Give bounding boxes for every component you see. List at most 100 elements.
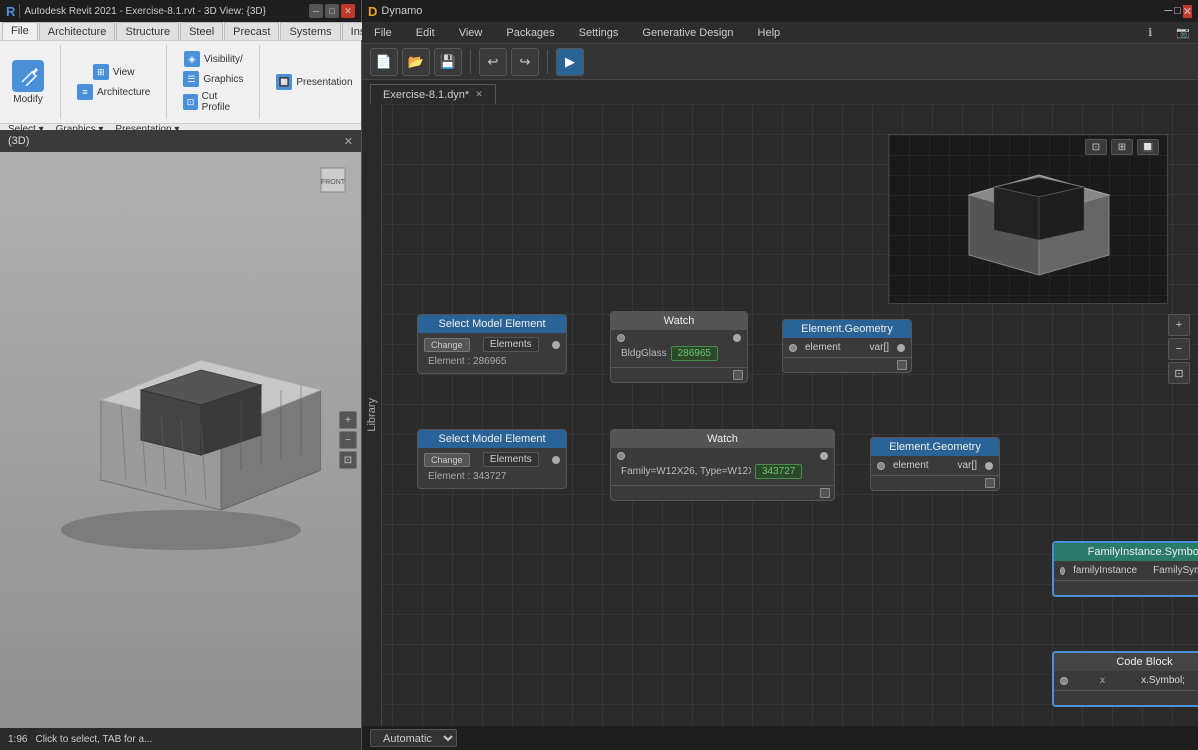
- menu-packages[interactable]: Packages: [502, 25, 558, 41]
- templates-sub-button[interactable]: ≡ Architecture: [73, 83, 154, 101]
- dynamo-canvas[interactable]: Library: [362, 104, 1198, 726]
- revit-maximize-button[interactable]: □: [325, 4, 339, 18]
- preview-btn-3[interactable]: 🔲: [1137, 139, 1159, 155]
- cut-profile-button[interactable]: ⊡ Cut Profile: [179, 90, 247, 114]
- tab-architecture[interactable]: Architecture: [39, 22, 116, 40]
- screenshot-icon[interactable]: 📷: [1176, 26, 1190, 39]
- tab-systems[interactable]: Systems: [280, 22, 340, 40]
- family-instance-body: familyInstance FamilySymbol: [1054, 561, 1198, 580]
- tab-exercise[interactable]: Exercise-8.1.dyn* ✕: [370, 84, 496, 104]
- element-id-1: Element : 286965: [424, 354, 560, 369]
- input-port-watch-2[interactable]: [617, 452, 625, 460]
- menu-generative[interactable]: Generative Design: [638, 25, 737, 41]
- input-port-geo-2[interactable]: [877, 462, 885, 470]
- dynamo-view-controls: + − ⊡: [1168, 314, 1190, 384]
- input-port-geo-1[interactable]: [789, 344, 797, 352]
- connectors-svg: [362, 104, 662, 254]
- viewport-close-button[interactable]: ✕: [344, 135, 353, 148]
- dyn-fit-button[interactable]: ⊡: [1168, 362, 1190, 384]
- svg-text:FRONT: FRONT: [321, 179, 346, 186]
- watch-2-checkbox[interactable]: [820, 488, 830, 498]
- zoom-in-button[interactable]: +: [339, 411, 357, 429]
- family-instance-symbol[interactable]: FamilyInstance.Symbol familyInstance Fam…: [1052, 541, 1198, 597]
- element-geo-1-checkbox[interactable]: [897, 360, 907, 370]
- change-button-1[interactable]: Change: [424, 338, 470, 352]
- dynamo-maximize-button[interactable]: □: [1174, 5, 1181, 18]
- menu-file[interactable]: File: [370, 25, 396, 41]
- watch-1-green-value: 286965: [671, 346, 718, 361]
- graphics-button[interactable]: ◈ Visibility/: [180, 50, 247, 68]
- tab-structure[interactable]: Structure: [116, 22, 179, 40]
- dyn-zoom-out-button[interactable]: −: [1168, 338, 1190, 360]
- zoom-fit-button[interactable]: ⊡: [339, 451, 357, 469]
- dynamo-close-button[interactable]: ✕: [1183, 5, 1192, 18]
- graphics-sub-button[interactable]: ☰ Graphics: [179, 70, 247, 88]
- library-panel[interactable]: Library: [362, 104, 382, 726]
- select-node-2-body: Change Elements Element : 343727: [418, 448, 566, 488]
- tab-steel[interactable]: Steel: [180, 22, 223, 40]
- change-button-2[interactable]: Change: [424, 453, 470, 467]
- tab-file[interactable]: File: [2, 22, 38, 40]
- watch-node-2-body: Family=W12X26, Type=W12X26 343727: [611, 448, 834, 485]
- watch-node-1[interactable]: Watch BldgGlass 286965: [610, 311, 748, 383]
- presentation-button[interactable]: 🔲 Presentation: [272, 73, 356, 91]
- element-geometry-2[interactable]: Element.Geometry element var[]: [870, 437, 1000, 491]
- revit-logo-icon: R: [6, 4, 15, 19]
- dynamo-title: Dynamo: [381, 5, 422, 17]
- info-icon[interactable]: ℹ: [1148, 26, 1152, 39]
- family-instance-bottom: [1054, 580, 1198, 595]
- modify-button[interactable]: Modify: [8, 56, 48, 109]
- output-port-watch-2[interactable]: [820, 452, 828, 460]
- revit-close-button[interactable]: ✕: [341, 4, 355, 18]
- dynamo-minimize-button[interactable]: ─: [1164, 5, 1172, 18]
- dynamo-tabs: Exercise-8.1.dyn* ✕: [362, 80, 1198, 104]
- view-templates-button[interactable]: ⊞ View: [89, 63, 139, 81]
- watch-node-1-header: Watch: [611, 312, 747, 330]
- toolbar-separator-2: [547, 50, 548, 74]
- code-block[interactable]: Code Block x x.Symbol;: [1052, 651, 1198, 707]
- menu-settings[interactable]: Settings: [575, 25, 623, 41]
- output-port-select-1[interactable]: [552, 341, 560, 349]
- cut-profile-label: Cut Profile: [202, 91, 244, 113]
- dynamo-pane: D Dynamo ─ □ ✕ File Edit View Packages S…: [362, 0, 1198, 750]
- navigation-cube[interactable]: FRONT: [313, 160, 353, 200]
- input-port-code[interactable]: [1060, 677, 1068, 685]
- output-port-watch-1[interactable]: [733, 334, 741, 342]
- menu-help[interactable]: Help: [754, 25, 785, 41]
- run-button[interactable]: ▶: [556, 48, 584, 76]
- revit-titlebar: R Autodesk Revit 2021 - Exercise-8.1.rvt…: [0, 0, 361, 22]
- select-model-element-2[interactable]: Select Model Element Change Elements Ele…: [417, 429, 567, 489]
- select-model-element-1[interactable]: Select Model Element Change Elements Ele…: [417, 314, 567, 374]
- output-port-select-2[interactable]: [552, 456, 560, 464]
- preview-btn-2[interactable]: ⊞: [1111, 139, 1133, 155]
- new-file-button[interactable]: 📄: [370, 48, 398, 76]
- watch-1-checkbox[interactable]: [733, 370, 743, 380]
- output-port-geo-2[interactable]: [985, 462, 993, 470]
- code-block-bottom: [1054, 690, 1198, 705]
- redo-button[interactable]: ↪: [511, 48, 539, 76]
- element-geo-2-checkbox[interactable]: [985, 478, 995, 488]
- zoom-out-button[interactable]: −: [339, 431, 357, 449]
- output-port-geo-1[interactable]: [897, 344, 905, 352]
- preview-btn-1[interactable]: ⊡: [1085, 139, 1107, 155]
- dyn-zoom-in-button[interactable]: +: [1168, 314, 1190, 336]
- library-label: Library: [366, 398, 378, 432]
- select-node-1-header: Select Model Element: [418, 315, 566, 333]
- watch-node-2[interactable]: Watch Family=W12X26, Type=W12X26 343727: [610, 429, 835, 501]
- menu-view[interactable]: View: [455, 25, 487, 41]
- input-port-family[interactable]: [1060, 567, 1065, 575]
- save-button[interactable]: 💾: [434, 48, 462, 76]
- element-geometry-1[interactable]: Element.Geometry element var[]: [782, 319, 912, 373]
- revit-ribbon: File Architecture Structure Steel Precas…: [0, 22, 361, 130]
- tab-precast[interactable]: Precast: [224, 22, 279, 40]
- viewport-body[interactable]: FRONT: [0, 152, 361, 728]
- open-file-button[interactable]: 📂: [402, 48, 430, 76]
- menu-edit[interactable]: Edit: [412, 25, 439, 41]
- watch-node-2-bottom: [611, 485, 834, 500]
- run-mode-dropdown[interactable]: Automatic: [370, 729, 457, 747]
- revit-minimize-button[interactable]: ─: [309, 4, 323, 18]
- tab-close-button[interactable]: ✕: [475, 89, 483, 100]
- undo-button[interactable]: ↩: [479, 48, 507, 76]
- input-port-watch-1[interactable]: [617, 334, 625, 342]
- family-instance-header: FamilyInstance.Symbol: [1054, 543, 1198, 561]
